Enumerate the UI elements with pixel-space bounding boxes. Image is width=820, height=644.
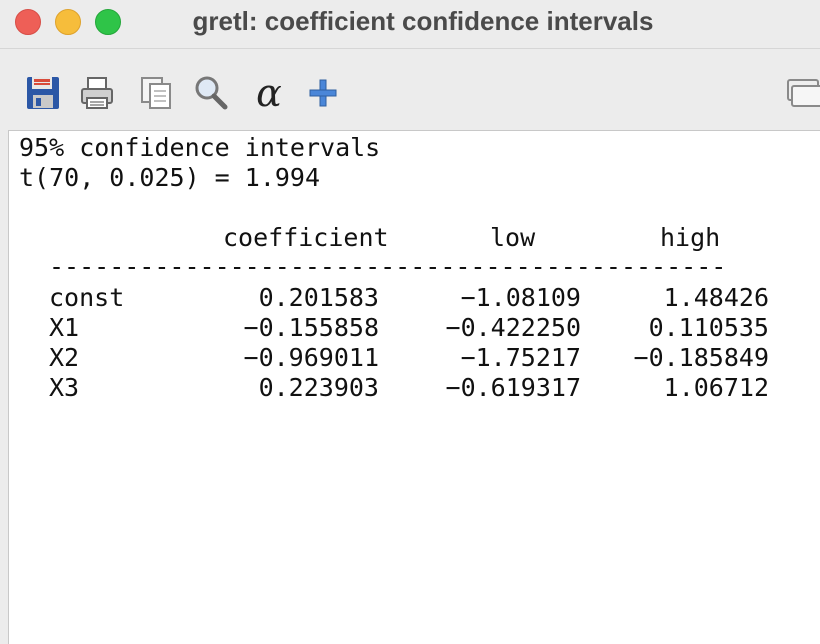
add-icon [309,79,337,107]
find-button[interactable] [193,75,229,111]
windows-icon [787,79,820,107]
window-title: gretl: coefficient confidence intervals [192,6,654,36]
row-coefficient: −0.155858 [243,313,379,342]
output-text-area[interactable]: 95% confidence intervals t(70, 0.025) = … [8,130,820,644]
print-button[interactable] [79,75,115,111]
row-high: 0.110535 [648,313,769,342]
table-separator: ----------------------------------------… [49,252,727,281]
row-name: X1 [49,313,80,342]
alpha-icon: α [256,71,282,115]
row-high: −0.185849 [633,343,769,372]
save-icon [27,77,59,109]
row-name: const [49,283,125,312]
row-coefficient: 0.223903 [258,373,379,402]
column-header-high: high [660,223,721,252]
save-button[interactable] [25,75,61,111]
alpha-button[interactable]: α [251,71,287,115]
windows-button[interactable] [786,75,820,111]
copy-icon [141,77,171,109]
toolbar: α [0,49,820,129]
column-header-low: low [490,223,536,252]
row-low: −1.08109 [460,283,581,312]
copy-button[interactable] [138,75,174,111]
row-name: X2 [49,343,80,372]
row-low: −1.75217 [460,343,581,372]
title-bar: gretl: coefficient confidence intervals [0,0,820,46]
row-high: 1.48426 [663,283,769,312]
find-icon [195,76,228,110]
row-high: 1.06712 [663,373,769,402]
add-button[interactable] [305,75,341,111]
row-low: −0.422250 [445,313,581,342]
row-coefficient: −0.969011 [243,343,379,372]
output-heading: 95% confidence intervals [19,133,381,162]
row-coefficient: 0.201583 [258,283,379,312]
print-icon [81,77,113,109]
t-statistic-line: t(70, 0.025) = 1.994 [19,163,321,192]
row-low: −0.619317 [445,373,581,402]
row-name: X3 [49,373,80,402]
column-header-coefficient: coefficient [223,223,389,252]
